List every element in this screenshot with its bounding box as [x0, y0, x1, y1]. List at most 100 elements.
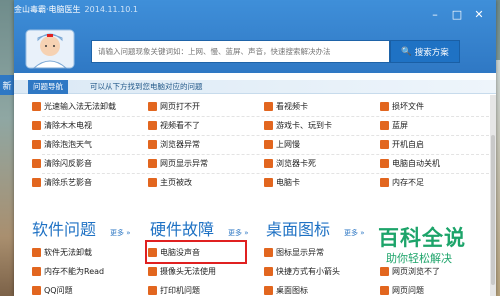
- highlight-box: [145, 240, 247, 264]
- list-item[interactable]: 视频看不了: [148, 118, 200, 133]
- problem-icon: [264, 178, 273, 187]
- problem-icon: [32, 178, 41, 187]
- list-item[interactable]: 桌面图标: [264, 283, 308, 296]
- list-item[interactable]: 打印机问题: [148, 283, 200, 296]
- tab-problem-navigation[interactable]: 问题导航: [28, 80, 68, 94]
- list-item[interactable]: 蓝屏: [380, 118, 408, 133]
- list-item[interactable]: 图标显示异常: [264, 245, 324, 260]
- problem-icon: [380, 267, 389, 276]
- app-window: 金山毒霸·电脑医生2014.11.10.1 – □ ✕ 🔍搜索方案 问题导航 可…: [14, 0, 496, 296]
- item-label: 软件无法卸载: [44, 248, 92, 257]
- list-item[interactable]: 网页打不开: [148, 99, 200, 114]
- list-item[interactable]: 游戏卡、玩到卡: [264, 118, 332, 133]
- problem-icon: [148, 140, 157, 149]
- item-label: 快捷方式有小箭头: [276, 267, 340, 276]
- divider: [42, 135, 494, 136]
- close-icon[interactable]: ✕: [472, 8, 486, 22]
- list-item[interactable]: 光速输入法无法卸载: [32, 99, 116, 114]
- list-item[interactable]: 软件无法卸载: [32, 245, 92, 260]
- more-software-link[interactable]: 更多: [110, 228, 131, 238]
- item-label: 上网慢: [276, 140, 300, 149]
- item-label: 桌面图标: [276, 286, 308, 295]
- problem-icon: [32, 267, 41, 276]
- item-label: 清除泡泡天气: [44, 140, 92, 149]
- list-item[interactable]: QQ问题: [32, 283, 73, 296]
- problem-icon: [32, 121, 41, 130]
- list-item[interactable]: 开机自启: [380, 137, 424, 152]
- nav-hint: 可以从下方找到您电脑对应的问题: [90, 82, 203, 91]
- problem-icon: [32, 248, 41, 257]
- item-label: 图标显示异常: [276, 248, 324, 257]
- item-label: 内存不足: [392, 178, 424, 187]
- list-item[interactable]: 看视频卡: [264, 99, 308, 114]
- problem-icon: [380, 140, 389, 149]
- scrollbar-thumb[interactable]: [491, 135, 495, 285]
- item-label: 视频看不了: [160, 121, 200, 130]
- list-item[interactable]: 浏览器异常: [148, 137, 200, 152]
- more-hardware-link[interactable]: 更多: [228, 228, 249, 238]
- item-label: 电脑卡: [276, 178, 300, 187]
- problem-icon: [264, 159, 273, 168]
- item-label: 网页显示异常: [160, 159, 208, 168]
- list-item[interactable]: 电脑卡: [264, 175, 300, 190]
- watermark-title: 百科全说: [378, 226, 466, 250]
- search-button-label: 搜索方案: [414, 47, 449, 58]
- item-label: 清除闪反影音: [44, 159, 92, 168]
- item-label: 网页浏览不了: [392, 267, 440, 276]
- maximize-icon[interactable]: □: [450, 8, 464, 22]
- problem-icon: [264, 102, 273, 111]
- list-item[interactable]: 内存不足: [380, 175, 424, 190]
- item-label: 打印机问题: [160, 286, 200, 295]
- item-label: 主页被改: [160, 178, 192, 187]
- list-item[interactable]: 摄像头无法使用: [148, 264, 216, 279]
- problem-icon: [148, 178, 157, 187]
- divider: [42, 116, 494, 117]
- problem-icon: [148, 159, 157, 168]
- problem-icon: [264, 121, 273, 130]
- problem-icon: [264, 267, 273, 276]
- item-label: 看视频卡: [276, 102, 308, 111]
- problem-icon: [380, 286, 389, 295]
- minimize-icon[interactable]: –: [428, 8, 442, 22]
- item-label: 游戏卡、玩到卡: [276, 121, 332, 130]
- scrollbar[interactable]: [490, 95, 496, 296]
- item-label: 电脑自动关机: [392, 159, 440, 168]
- table-row: 清除闪反影音 网页显示异常 浏览器卡死 电脑自动关机: [32, 156, 500, 171]
- item-label: 光速输入法无法卸载: [44, 102, 116, 111]
- category-desktop-title: 桌面图标: [266, 220, 331, 239]
- list-item[interactable]: 清除闪反影音: [32, 156, 92, 171]
- category-software-title: 软件问题: [32, 220, 97, 239]
- list-item[interactable]: 网页显示异常: [148, 156, 208, 171]
- problem-icon: [32, 159, 41, 168]
- problem-icon: [264, 248, 273, 257]
- problem-icon: [380, 121, 389, 130]
- problem-icon: [148, 286, 157, 295]
- list-item[interactable]: 电脑自动关机: [380, 156, 440, 171]
- item-label: 摄像头无法使用: [160, 267, 216, 276]
- list-item[interactable]: 快捷方式有小箭头: [264, 264, 340, 279]
- table-row: 清除木木电视 视频看不了 游戏卡、玩到卡 蓝屏: [32, 118, 500, 133]
- list-item[interactable]: 上网慢: [264, 137, 300, 152]
- list-item[interactable]: 主页被改: [148, 175, 192, 190]
- list-item[interactable]: 网页浏览不了: [380, 264, 440, 279]
- list-item[interactable]: 内存不能为Read: [32, 264, 104, 279]
- category-hardware-title: 硬件故障: [150, 220, 215, 239]
- nav-bar: 问题导航 可以从下方找到您电脑对应的问题: [14, 80, 496, 94]
- problem-icon: [148, 267, 157, 276]
- search-input[interactable]: [91, 40, 390, 63]
- side-tab[interactable]: 新: [0, 75, 14, 95]
- search-button[interactable]: 🔍 搜索方案: [390, 40, 460, 63]
- list-item[interactable]: 清除乐艺影音: [32, 175, 92, 190]
- list-item[interactable]: 清除泡泡天气: [32, 137, 92, 152]
- item-label: 开机自启: [392, 140, 424, 149]
- item-label: 浏览器卡死: [276, 159, 316, 168]
- list-item[interactable]: 网页问题: [380, 283, 424, 296]
- title-bar: 金山毒霸·电脑医生2014.11.10.1 – □ ✕ 🔍搜索方案: [14, 0, 496, 73]
- more-desktop-link[interactable]: 更多: [344, 228, 365, 238]
- list-item[interactable]: 清除木木电视: [32, 118, 92, 133]
- problem-icon: [264, 286, 273, 295]
- list-item[interactable]: 损坏文件: [380, 99, 424, 114]
- table-row: 光速输入法无法卸载 网页打不开 看视频卡 损坏文件: [32, 99, 500, 114]
- table-row: 清除乐艺影音 主页被改 电脑卡 内存不足: [32, 175, 500, 190]
- list-item[interactable]: 浏览器卡死: [264, 156, 316, 171]
